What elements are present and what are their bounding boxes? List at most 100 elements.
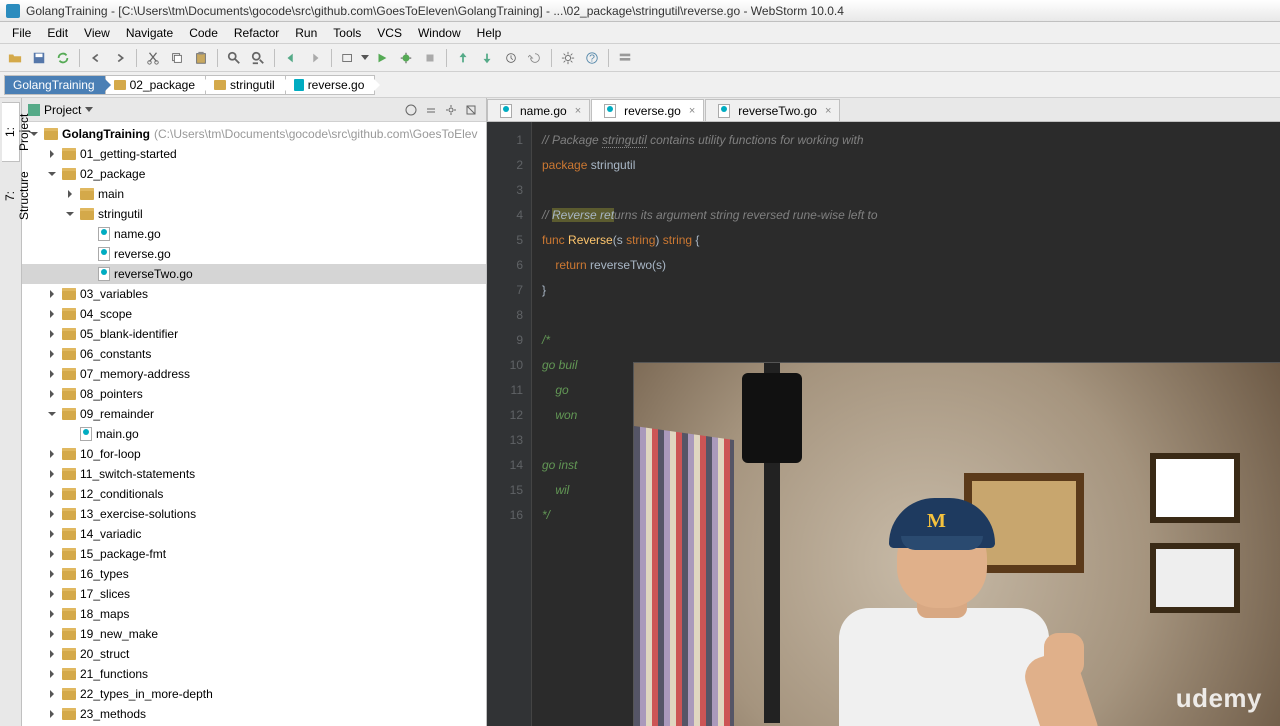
menu-file[interactable]: File — [4, 24, 39, 42]
tree-item[interactable]: 08_pointers — [22, 384, 486, 404]
tree-item[interactable]: 22_types_in_more-depth — [22, 684, 486, 704]
tree-item[interactable]: 15_package-fmt — [22, 544, 486, 564]
menu-window[interactable]: Window — [410, 24, 469, 42]
stop-button[interactable] — [419, 47, 441, 69]
tree-item[interactable]: 20_struct — [22, 644, 486, 664]
menu-vcs[interactable]: VCS — [369, 24, 410, 42]
tree-item[interactable]: 06_constants — [22, 344, 486, 364]
menu-bar: File Edit View Navigate Code Refactor Ru… — [0, 22, 1280, 44]
menu-tools[interactable]: Tools — [325, 24, 369, 42]
folder-icon — [62, 468, 76, 480]
breadcrumb-folder-1[interactable]: 02_package — [105, 75, 206, 95]
tree-file[interactable]: reverse.go — [22, 244, 486, 264]
tab-reversetwo-go[interactable]: reverseTwo.go× — [705, 99, 840, 121]
tab-name-go[interactable]: name.go× — [487, 99, 590, 121]
go-file-icon — [604, 104, 616, 118]
tree-root[interactable]: GolangTraining (C:\Users\tm\Documents\go… — [22, 124, 486, 144]
tree-file[interactable]: main.go — [22, 424, 486, 444]
tree-item[interactable]: 02_package — [22, 164, 486, 184]
chevron-down-icon[interactable] — [85, 107, 93, 112]
folder-icon — [114, 80, 126, 90]
breadcrumb-root[interactable]: GolangTraining — [4, 75, 106, 95]
tree-item[interactable]: 03_variables — [22, 284, 486, 304]
tree-item[interactable]: 23_methods — [22, 704, 486, 724]
folder-icon — [62, 148, 76, 160]
tree-item[interactable]: 21_functions — [22, 664, 486, 684]
breadcrumb-folder-2[interactable]: stringutil — [205, 75, 286, 95]
collapse-all-button[interactable] — [422, 101, 440, 119]
debug-button[interactable] — [395, 47, 417, 69]
menu-refactor[interactable]: Refactor — [226, 24, 287, 42]
copy-button[interactable] — [166, 47, 188, 69]
tree-item[interactable]: 17_slices — [22, 584, 486, 604]
tree-item[interactable]: 04_scope — [22, 304, 486, 324]
video-overlay: M udemy — [633, 362, 1280, 726]
folder-icon — [62, 608, 76, 620]
hide-panel-button[interactable] — [462, 101, 480, 119]
cut-button[interactable] — [142, 47, 164, 69]
panel-settings-button[interactable] — [442, 101, 460, 119]
back-button[interactable] — [280, 47, 302, 69]
menu-run[interactable]: Run — [287, 24, 325, 42]
folder-icon — [62, 628, 76, 640]
folder-icon — [62, 448, 76, 460]
menu-navigate[interactable]: Navigate — [118, 24, 181, 42]
tree-item[interactable]: 11_switch-statements — [22, 464, 486, 484]
forward-button[interactable] — [304, 47, 326, 69]
breadcrumb-file[interactable]: reverse.go — [285, 75, 376, 95]
vcs-update-button[interactable] — [452, 47, 474, 69]
help-button[interactable]: ? — [581, 47, 603, 69]
menu-view[interactable]: View — [76, 24, 118, 42]
undo-button[interactable] — [85, 47, 107, 69]
vcs-revert-button[interactable] — [524, 47, 546, 69]
redo-button[interactable] — [109, 47, 131, 69]
find-button[interactable] — [223, 47, 245, 69]
editor: name.go× reverse.go× reverseTwo.go× 1234… — [487, 98, 1280, 726]
side-tab-project[interactable]: 1: Project — [2, 102, 20, 162]
tree-item[interactable]: 19_new_make — [22, 624, 486, 644]
run-button[interactable] — [371, 47, 393, 69]
replace-button[interactable] — [247, 47, 269, 69]
paste-button[interactable] — [190, 47, 212, 69]
folder-icon — [62, 688, 76, 700]
folder-icon — [80, 188, 94, 200]
chevron-down-icon[interactable] — [361, 55, 369, 60]
title-bar: GolangTraining - [C:\Users\tm\Documents\… — [0, 0, 1280, 22]
menu-edit[interactable]: Edit — [39, 24, 76, 42]
menu-help[interactable]: Help — [469, 24, 510, 42]
tree-item[interactable]: 10_for-loop — [22, 444, 486, 464]
tree-item[interactable]: 16_types — [22, 564, 486, 584]
folder-icon — [62, 308, 76, 320]
close-icon[interactable]: × — [825, 105, 831, 117]
folder-icon — [62, 288, 76, 300]
close-icon[interactable]: × — [689, 105, 695, 117]
vcs-commit-button[interactable] — [476, 47, 498, 69]
tree-item[interactable]: 09_remainder — [22, 404, 486, 424]
tab-reverse-go[interactable]: reverse.go× — [591, 99, 704, 121]
window-title: GolangTraining - [C:\Users\tm\Documents\… — [26, 4, 844, 18]
tree-item[interactable]: 12_conditionals — [22, 484, 486, 504]
tree-item[interactable]: 01_getting-started — [22, 144, 486, 164]
tree-item[interactable]: 18_maps — [22, 604, 486, 624]
tree-item[interactable]: 05_blank-identifier — [22, 324, 486, 344]
sync-button[interactable] — [52, 47, 74, 69]
menu-code[interactable]: Code — [181, 24, 226, 42]
tree-item[interactable]: 14_variadic — [22, 524, 486, 544]
side-tab-structure[interactable]: 7: Structure — [2, 166, 20, 226]
run-config-button[interactable] — [337, 47, 359, 69]
folder-icon — [62, 408, 76, 420]
tree-file-selected[interactable]: reverseTwo.go — [22, 264, 486, 284]
tree-item[interactable]: 07_memory-address — [22, 364, 486, 384]
close-icon[interactable]: × — [575, 105, 581, 117]
project-tree[interactable]: GolangTraining (C:\Users\tm\Documents\go… — [22, 122, 486, 726]
scroll-to-source-button[interactable] — [402, 101, 420, 119]
search-everywhere-button[interactable] — [614, 47, 636, 69]
vcs-history-button[interactable] — [500, 47, 522, 69]
tree-item[interactable]: main — [22, 184, 486, 204]
tree-item[interactable]: stringutil — [22, 204, 486, 224]
open-button[interactable] — [4, 47, 26, 69]
settings-button[interactable] — [557, 47, 579, 69]
tree-file[interactable]: name.go — [22, 224, 486, 244]
tree-item[interactable]: 13_exercise-solutions — [22, 504, 486, 524]
save-button[interactable] — [28, 47, 50, 69]
